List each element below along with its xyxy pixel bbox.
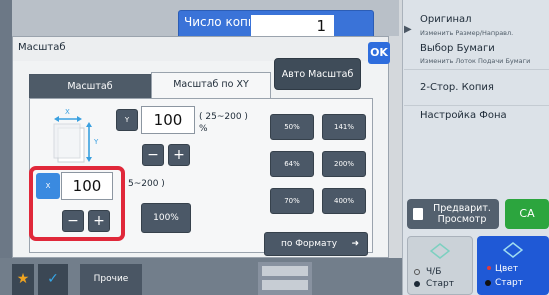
right-item-label: 2-Стор. Копия xyxy=(420,82,494,93)
right-item-label: Оригинал xyxy=(420,14,472,25)
preview-button[interactable]: Предварит. Просмотр xyxy=(407,199,499,229)
color-dot-icon xyxy=(487,266,491,270)
bw-start-label: Старт xyxy=(426,279,454,289)
bw-radio-icon xyxy=(414,269,420,275)
color-start-button[interactable]: Цвет Старт xyxy=(477,236,549,295)
tab-scale-xy[interactable]: Масштаб по XY xyxy=(151,72,271,98)
y-axis-button[interactable]: Y xyxy=(116,109,138,131)
page-xy-icon xyxy=(53,116,92,163)
y-unit-label: % xyxy=(199,124,208,134)
preset-141-button[interactable]: 141% xyxy=(322,114,366,140)
preset-200-button[interactable]: 200% xyxy=(322,151,366,177)
x-controls-highlight xyxy=(29,166,125,241)
check-icon[interactable]: ✓ xyxy=(38,264,68,295)
left-edge-strip xyxy=(0,0,12,295)
y-minus-button[interactable]: − xyxy=(142,144,164,166)
scale-100-button[interactable]: 100% xyxy=(141,203,191,233)
y-plus-button[interactable]: + xyxy=(168,144,190,166)
preset-400-button[interactable]: 400% xyxy=(322,188,366,214)
x-range-label: 5~200 ) xyxy=(128,179,165,189)
xy-diagram: X Y xyxy=(52,108,112,168)
right-item-background[interactable]: Настройка Фона xyxy=(404,106,549,128)
x-axis-label: X xyxy=(65,108,70,116)
bw-dot-icon xyxy=(414,281,420,287)
y-axis-label: Y xyxy=(94,138,99,146)
diamond-start-icon xyxy=(503,242,523,258)
preview-label-1: Предварит. xyxy=(433,203,491,214)
bw-label: Ч/Б xyxy=(426,267,442,277)
right-item-duplex[interactable]: 2-Стор. Копия xyxy=(404,70,549,106)
by-format-button[interactable]: по Формату ➜ xyxy=(264,232,368,256)
preset-64-button[interactable]: 64% xyxy=(270,151,314,177)
diamond-start-icon xyxy=(430,243,450,259)
arrow-right-icon: ➜ xyxy=(351,239,359,249)
tab-scale[interactable]: Масштаб xyxy=(29,74,151,98)
right-item-paper[interactable]: Выбор Бумаги Изменить Лоток Подачи Бумаг… xyxy=(404,40,549,70)
right-item-label: Выбор Бумаги xyxy=(420,43,495,54)
thumbnail xyxy=(262,266,308,276)
preview-icon xyxy=(413,208,423,220)
clear-all-button[interactable]: CA xyxy=(505,199,549,229)
preview-label-2: Просмотр xyxy=(437,214,487,225)
dialog-title: Масштаб xyxy=(18,42,66,53)
right-item-label: Настройка Фона xyxy=(420,110,507,121)
preset-50-button[interactable]: 50% xyxy=(270,114,314,140)
page-thumbnail-strip xyxy=(258,262,312,295)
color-label: Цвет xyxy=(495,264,519,274)
other-button[interactable]: Прочие xyxy=(80,264,142,295)
ok-button[interactable]: OK xyxy=(368,42,390,64)
bw-start-button[interactable]: Ч/Б Старт xyxy=(407,236,473,295)
auto-scale-button[interactable]: Авто Масштаб xyxy=(274,58,361,90)
right-item-sub: Изменить Лоток Подачи Бумаги xyxy=(420,57,531,65)
copies-count-field[interactable]: 1 xyxy=(250,14,335,38)
y-range-label: ( 25~200 ) xyxy=(199,112,248,122)
color-start-label: Старт xyxy=(495,278,523,288)
thumbnail xyxy=(262,280,308,290)
right-item-sub: Изменить Размер/Направл. xyxy=(420,29,514,37)
star-icon[interactable]: ★ xyxy=(12,264,34,295)
color-dot-icon xyxy=(485,280,491,286)
by-format-label: по Формату xyxy=(281,239,338,249)
preset-70-button[interactable]: 70% xyxy=(270,188,314,214)
y-scale-field[interactable]: 100 xyxy=(141,106,195,134)
